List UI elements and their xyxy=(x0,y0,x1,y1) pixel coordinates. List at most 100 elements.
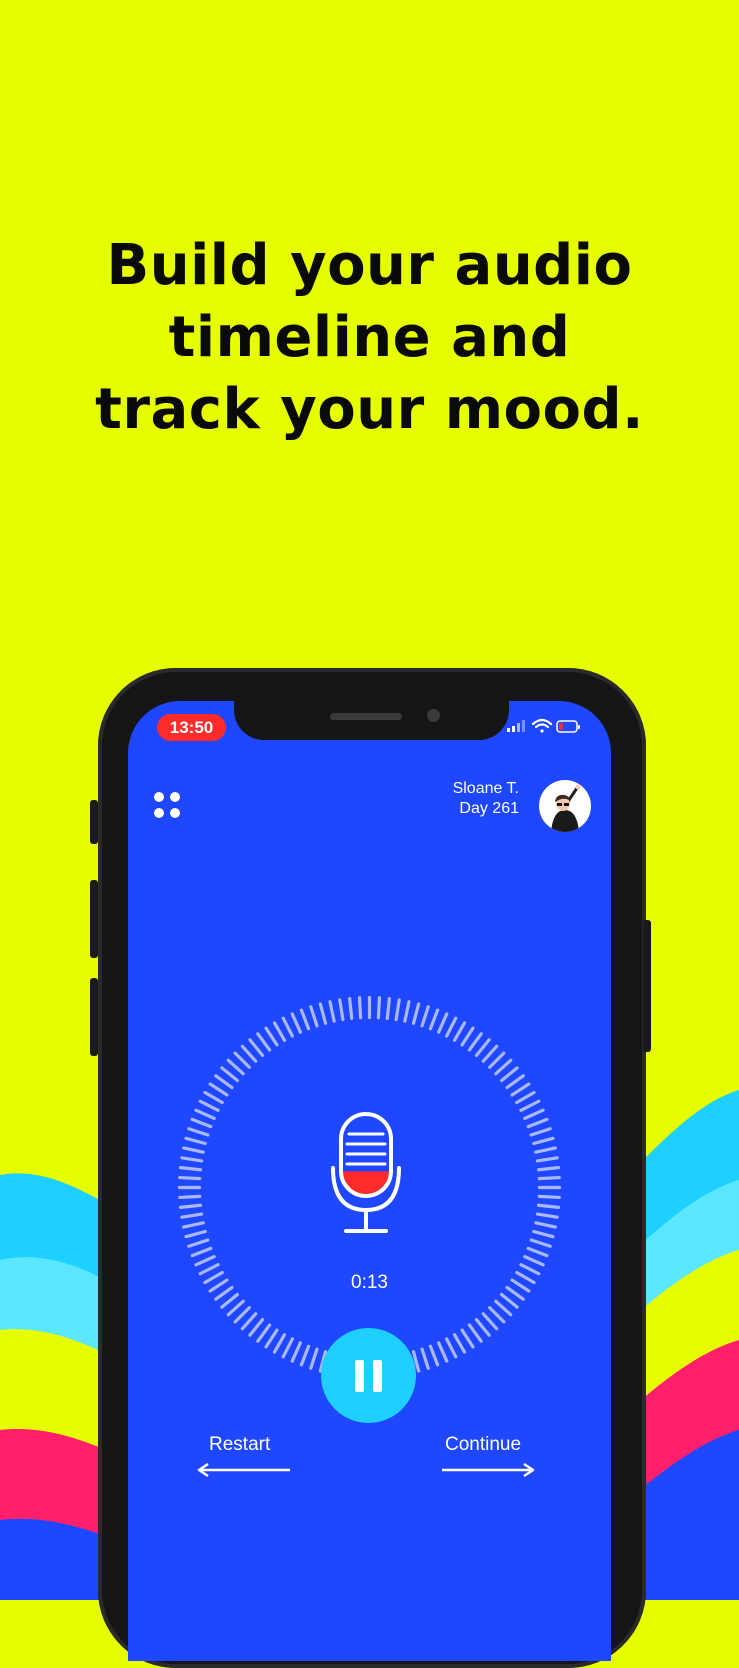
dial-tick xyxy=(445,1337,458,1359)
dial-tick xyxy=(182,1221,205,1229)
dial-tick xyxy=(452,1021,467,1042)
dial-tick xyxy=(264,1026,279,1047)
dial-tick xyxy=(281,1016,294,1038)
dial-tick xyxy=(488,1306,506,1324)
dial-tick xyxy=(281,1337,294,1359)
dial-tick xyxy=(488,1051,506,1069)
dial-tick xyxy=(290,1341,302,1363)
dial-tick xyxy=(226,1058,245,1076)
dial-tick xyxy=(494,1299,513,1317)
dial-tick xyxy=(178,1175,202,1181)
dial-tick xyxy=(256,1323,272,1343)
dial-tick xyxy=(309,1347,319,1370)
dial-tick xyxy=(505,1074,525,1090)
signal-icon xyxy=(507,720,525,732)
arrow-right-icon[interactable] xyxy=(440,1462,536,1478)
dial-tick xyxy=(428,1344,440,1367)
dial-tick xyxy=(481,1312,499,1331)
dial-tick xyxy=(500,1292,519,1309)
dial-tick xyxy=(184,1229,207,1239)
dial-tick xyxy=(428,1008,440,1031)
dial-tick xyxy=(460,1328,475,1349)
dial-tick xyxy=(394,998,401,1022)
arrow-left-icon[interactable] xyxy=(196,1462,292,1478)
earpiece-speaker xyxy=(330,713,402,720)
microphone-icon xyxy=(331,1112,401,1233)
dial-tick xyxy=(214,1074,234,1090)
dial-tick xyxy=(180,1212,204,1219)
dial-tick xyxy=(510,1082,531,1097)
dial-tick xyxy=(233,1051,251,1069)
headline-line-3: track your mood. xyxy=(95,377,644,442)
menu-dot xyxy=(170,792,180,802)
dial-tick xyxy=(532,1229,555,1239)
dial-tick xyxy=(411,1002,421,1025)
dial-tick xyxy=(178,1194,202,1200)
grid-menu-icon[interactable] xyxy=(152,790,184,822)
headline-line-1: Build your audio xyxy=(106,233,633,298)
dial-tick xyxy=(494,1058,513,1076)
dial-tick xyxy=(385,996,391,1021)
volume-down-button xyxy=(90,978,98,1056)
dial-tick xyxy=(526,1246,549,1258)
mute-switch xyxy=(90,800,98,844)
dial-tick xyxy=(460,1026,475,1047)
battery-icon xyxy=(556,720,580,733)
dial-tick xyxy=(178,1166,203,1172)
dial-tick xyxy=(467,1323,483,1343)
dial-tick xyxy=(187,1127,210,1137)
status-time: 13:50 xyxy=(157,714,226,741)
dial-tick xyxy=(190,1246,213,1258)
dial-tick xyxy=(180,1156,204,1163)
dial-tick xyxy=(226,1299,245,1317)
dial-tick xyxy=(532,1136,555,1146)
dial-tick xyxy=(309,1005,319,1028)
user-name: Sloane T. xyxy=(452,780,519,797)
power-button xyxy=(643,920,651,1052)
dial-tick xyxy=(272,1333,287,1354)
dial-tick xyxy=(240,1044,258,1063)
dial-tick xyxy=(248,1038,265,1057)
menu-dot xyxy=(154,792,164,802)
pause-button[interactable] xyxy=(321,1328,416,1423)
dial-tick xyxy=(515,1090,536,1105)
dial-tick xyxy=(328,1000,336,1023)
dial-tick xyxy=(537,1194,561,1200)
dial-tick xyxy=(264,1328,279,1349)
dial-tick xyxy=(240,1312,258,1331)
dial-tick xyxy=(536,1203,561,1209)
dial-tick xyxy=(526,1117,549,1129)
dial-tick xyxy=(290,1012,302,1034)
dial-tick xyxy=(445,1016,458,1038)
wifi-icon xyxy=(531,718,553,733)
dial-tick xyxy=(220,1292,239,1309)
dial-tick xyxy=(529,1127,552,1137)
menu-dot xyxy=(154,808,164,818)
dial-tick xyxy=(534,1146,557,1154)
restart-button[interactable]: Restart xyxy=(209,1434,270,1456)
dial-tick xyxy=(437,1012,449,1034)
dial-tick xyxy=(348,996,354,1021)
continue-button[interactable]: Continue xyxy=(445,1434,521,1456)
dial-tick xyxy=(203,1090,224,1105)
dial-tick xyxy=(535,1156,559,1163)
mic-level-fill xyxy=(341,1171,391,1196)
dial-tick xyxy=(220,1066,239,1083)
dial-tick xyxy=(420,1347,430,1370)
dial-tick xyxy=(194,1108,216,1120)
dial-tick xyxy=(194,1255,216,1267)
dial-tick xyxy=(534,1221,557,1229)
headline-line-2: timeline and xyxy=(168,305,571,370)
dial-tick xyxy=(452,1333,467,1354)
dial-tick xyxy=(190,1117,213,1129)
front-camera xyxy=(427,709,440,722)
dial-tick xyxy=(198,1099,220,1112)
dial-tick xyxy=(523,1255,545,1267)
avatar[interactable] xyxy=(539,780,591,832)
dial-tick xyxy=(467,1032,483,1052)
dial-tick xyxy=(318,1002,328,1025)
dial-tick xyxy=(272,1021,287,1042)
dial-tick xyxy=(182,1146,205,1154)
headline: Build your audio timeline and track your… xyxy=(0,230,739,446)
dial-tick xyxy=(403,1000,411,1023)
